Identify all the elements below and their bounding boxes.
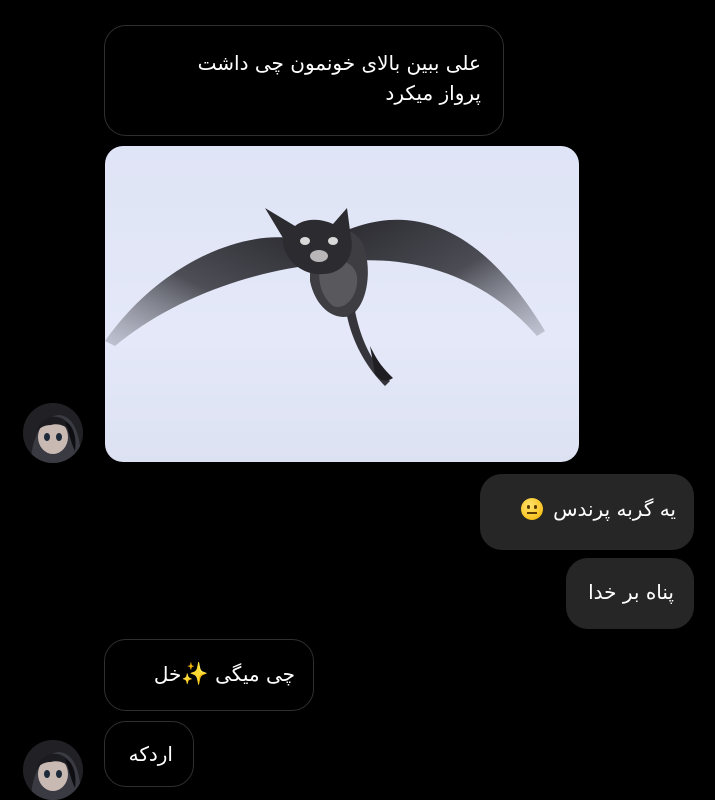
incoming-message-bubble[interactable]: چی میگی ✨خل — [104, 639, 314, 711]
message-text: پناه بر خدا — [588, 580, 674, 604]
avatar[interactable] — [23, 403, 83, 463]
message-text: علی ببین بالای خونمون چی داشت — [197, 51, 481, 75]
neutral-face-emoji-icon — [520, 498, 543, 520]
flying-cat-bird-photo — [105, 208, 545, 386]
message-text: خل — [153, 662, 182, 686]
avatar-anime-icon — [23, 403, 83, 463]
incoming-message-bubble[interactable]: اردکه — [104, 721, 194, 787]
outgoing-message-bubble[interactable]: یه گربه پرندس — [480, 474, 694, 550]
message-text: چی میگی — [208, 662, 295, 686]
incoming-message-bubble[interactable]: علی ببین بالای خونمون چی داشت پرواز میکر… — [104, 25, 504, 136]
avatar[interactable] — [23, 740, 83, 800]
outgoing-message-bubble[interactable]: پناه بر خدا — [566, 558, 694, 629]
sparkles-emoji-icon: ✨ — [181, 662, 209, 687]
avatar-anime-icon — [23, 740, 83, 800]
message-text: اردکه — [128, 742, 173, 766]
message-text: پرواز میکرد — [385, 81, 481, 105]
image-message[interactable] — [105, 146, 579, 462]
message-text: یه گربه پرندس — [553, 497, 676, 521]
